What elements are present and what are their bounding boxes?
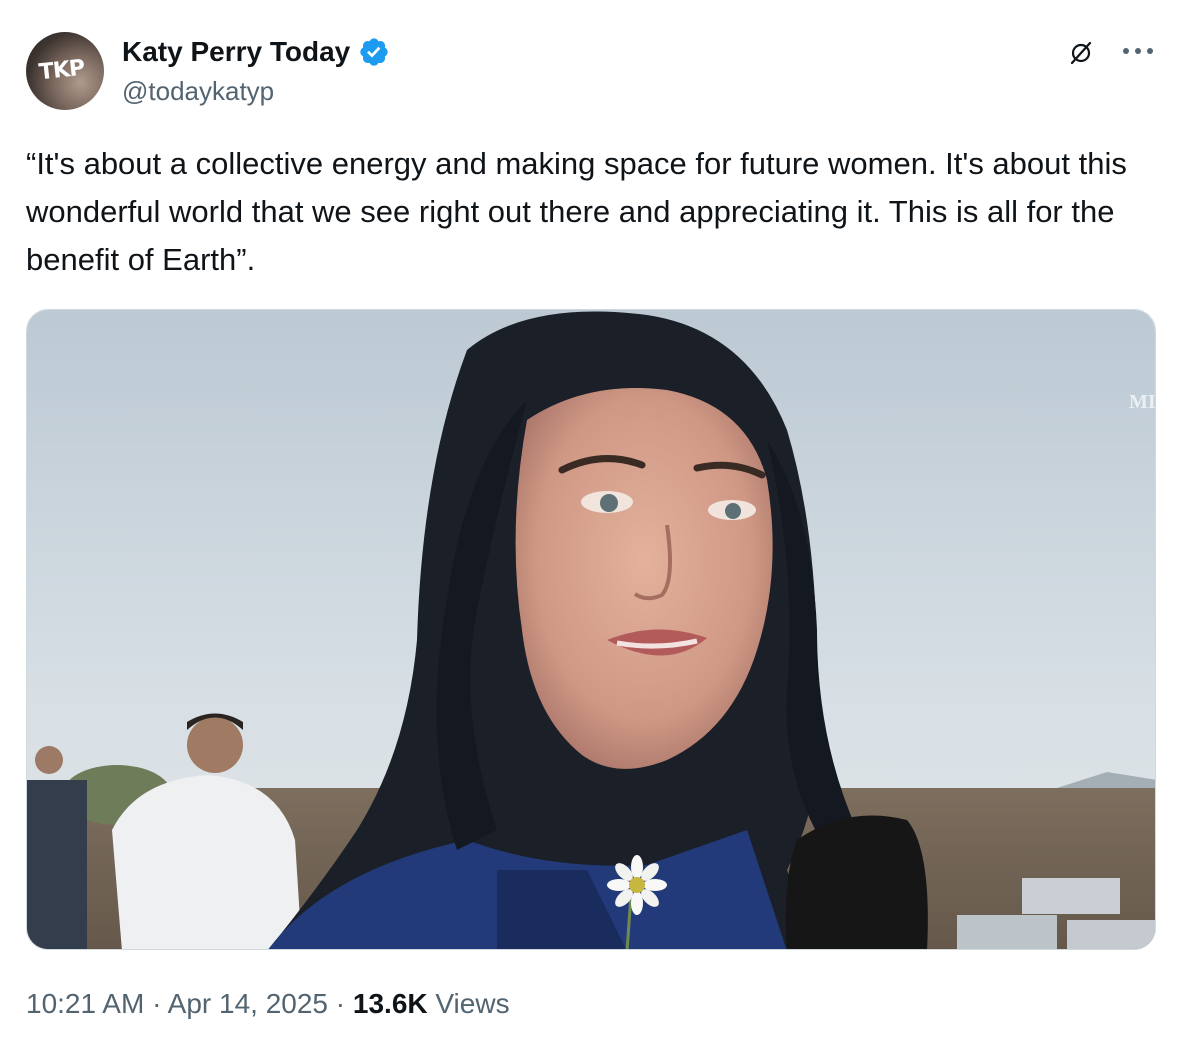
- author-handle[interactable]: @todaykatyp: [122, 76, 274, 107]
- more-options-icon[interactable]: [1118, 38, 1158, 64]
- views-count: 13.6K: [352, 988, 428, 1019]
- media-watermark: MI: [1129, 391, 1156, 413]
- tweet-time[interactable]: 10:21 AM: [26, 988, 144, 1019]
- author-name[interactable]: Katy Perry Today: [122, 36, 390, 68]
- tweet-date[interactable]: Apr 14, 2025: [168, 988, 328, 1019]
- verified-badge-icon: [360, 38, 388, 66]
- tweet-media[interactable]: MI: [26, 309, 1156, 950]
- tweet-text: “It's about a collective energy and maki…: [26, 146, 1127, 277]
- avatar[interactable]: TKP: [26, 32, 104, 110]
- grok-slash-icon[interactable]: [1068, 40, 1094, 66]
- author-display-name[interactable]: Katy Perry Today: [122, 36, 350, 68]
- meta-separator: ·: [144, 988, 168, 1019]
- meta-separator: ·: [328, 988, 353, 1019]
- media-thumbnail: MI: [27, 310, 1156, 949]
- tweet-meta: 10:21 AM · Apr 14, 2025 · 13.6K Views: [26, 988, 510, 1020]
- avatar-monogram: TKP: [37, 55, 86, 86]
- views-label: Views: [435, 988, 510, 1019]
